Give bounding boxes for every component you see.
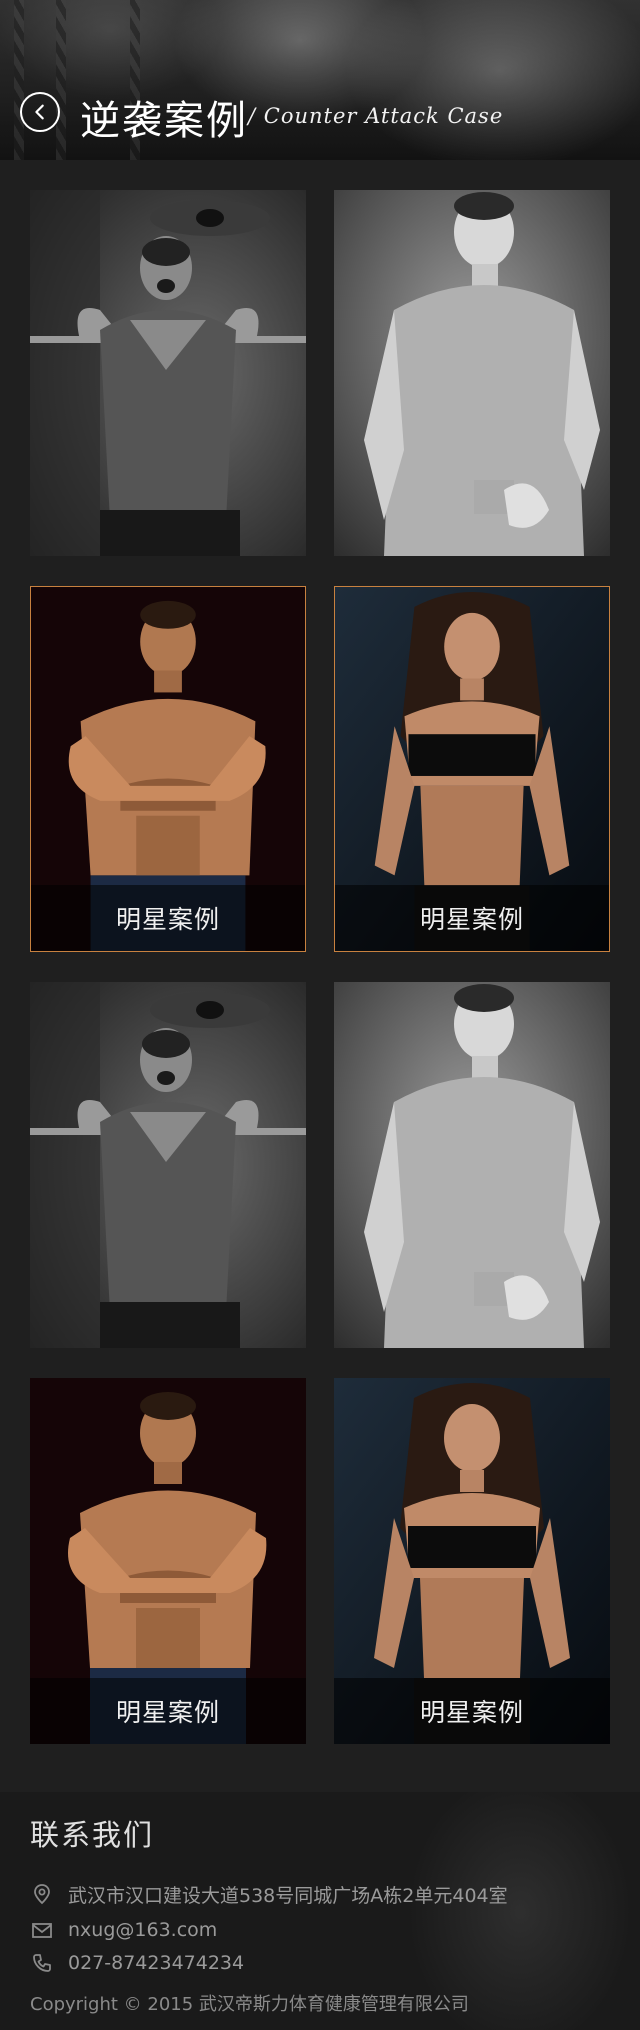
case-photo-barbell [30,190,306,556]
page-header: 逆袭案例 / Counter Attack Case [0,0,640,160]
phone-link[interactable]: 027-87423474234 [68,1952,244,1974]
address-row: 武汉市汉口建设大道538号同城广场A栋2单元404室 [30,1879,508,1909]
address-text: 武汉市汉口建设大道538号同城广场A栋2单元404室 [68,1884,508,1907]
contact-footer: 联系我们 武汉市汉口建设大道538号同城广场A栋2单元404室 nxug@163… [0,1792,640,2030]
case-caption: 明星案例 [334,1678,610,1744]
case-caption: 明星案例 [31,885,305,951]
email-link[interactable]: nxug@163.com [68,1919,217,1941]
case-card[interactable] [30,190,306,556]
email-row: nxug@163.com [30,1915,217,1945]
case-photo-dumbbell [334,190,610,556]
case-card[interactable] [334,982,610,1348]
copyright-text: Copyright © 2015 武汉帝斯力体育健康管理有限公司 [30,1994,469,2015]
page-subtitle: / Counter Attack Case [248,104,504,128]
case-caption: 明星案例 [30,1678,306,1744]
case-photo-dumbbell [334,982,610,1348]
case-caption: 明星案例 [335,885,609,951]
case-card[interactable]: 明星案例 [30,1378,306,1744]
location-pin-icon [30,1882,54,1906]
contact-title: 联系我们 [30,1818,155,1852]
case-card[interactable] [30,982,306,1348]
case-card-featured[interactable]: 明星案例 [30,586,306,952]
chevron-left-icon [35,104,44,120]
back-button[interactable] [20,92,60,132]
case-card-featured[interactable]: 明星案例 [334,586,610,952]
mail-icon [30,1918,54,1942]
page-title: 逆袭案例 [80,98,248,144]
case-card[interactable] [334,190,610,556]
phone-row: 027-87423474234 [30,1948,244,1978]
phone-icon [30,1951,54,1975]
case-card[interactable]: 明星案例 [334,1378,610,1744]
case-photo-barbell [30,982,306,1348]
